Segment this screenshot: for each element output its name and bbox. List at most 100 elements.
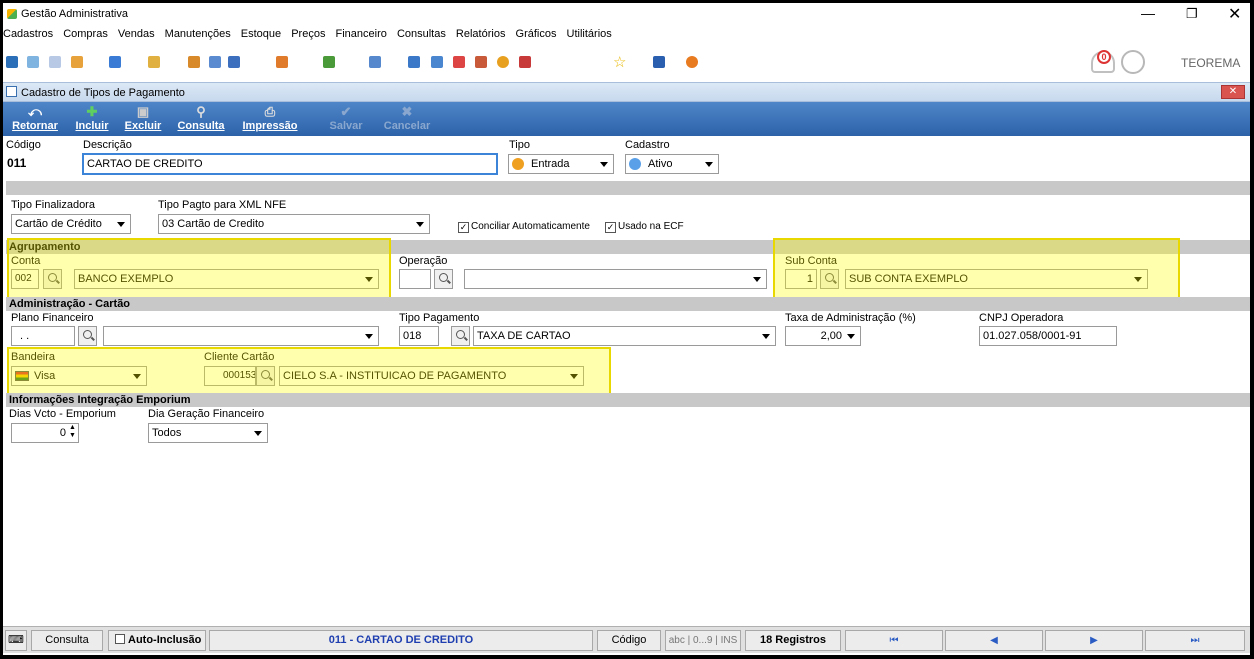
- menu-cadastros[interactable]: Cadastros: [3, 28, 53, 40]
- book-icon[interactable]: [519, 56, 531, 68]
- menu-graficos[interactable]: Gráficos: [516, 28, 557, 40]
- title-bar: Gestão Administrativa — ❐ ✕: [3, 3, 1250, 25]
- plano-select[interactable]: [103, 326, 379, 346]
- retornar-button[interactable]: ⤺ Retornar: [7, 102, 63, 136]
- cancelar-button[interactable]: ✖ Cancelar: [381, 102, 433, 136]
- plano-search-icon[interactable]: [78, 326, 97, 346]
- next-record-icon[interactable]: ▶: [1045, 630, 1143, 651]
- codigo-value: 011: [7, 156, 27, 170]
- operacao-search-icon[interactable]: [434, 269, 453, 289]
- menu-precos[interactable]: Preços: [291, 28, 325, 40]
- menu-manutencoes[interactable]: Manutenções: [165, 28, 231, 40]
- conciliar-checkbox[interactable]: ✓: [458, 222, 469, 233]
- taxa-input[interactable]: 2,00: [785, 326, 861, 346]
- list-icon[interactable]: [71, 56, 83, 68]
- plano-code-input[interactable]: . .: [11, 326, 75, 346]
- status-bar: ⌨ Consulta Auto-Inclusão 011 - CARTAO DE…: [3, 626, 1250, 653]
- descricao-input[interactable]: CARTAO DE CREDITO: [82, 153, 498, 175]
- incluir-button[interactable]: ✚ Incluir: [71, 102, 113, 136]
- restore-button[interactable]: ❐: [1186, 6, 1198, 22]
- users-icon[interactable]: [27, 56, 39, 68]
- tipo-xml-label: Tipo Pagto para XML NFE: [158, 199, 287, 211]
- tipo-xml-select[interactable]: 03 Cartão de Credito: [158, 214, 430, 234]
- stock-icon[interactable]: [209, 56, 221, 68]
- cadastro-label: Cadastro: [625, 139, 670, 151]
- notification-badge: 0: [1097, 50, 1111, 64]
- app-title: Gestão Administrativa: [21, 8, 128, 20]
- cnpj-label: CNPJ Operadora: [979, 312, 1064, 324]
- auto-inclusao-checkbox[interactable]: [115, 634, 125, 644]
- favorites-star-icon[interactable]: ☆: [613, 53, 626, 71]
- menu-bar: Cadastros Compras Vendas Manutenções Est…: [3, 25, 1250, 45]
- impressao-button[interactable]: ⎙ Impressão: [239, 102, 301, 136]
- salvar-button[interactable]: ✔ Salvar: [325, 102, 367, 136]
- power-icon[interactable]: [686, 56, 698, 68]
- emporium-section: Informações Integração Emporium: [6, 393, 1250, 407]
- consulta-mode-button[interactable]: Consulta: [31, 630, 103, 651]
- auto-inclusao-toggle[interactable]: Auto-Inclusão: [108, 630, 206, 651]
- codigo-order-button[interactable]: Código: [597, 630, 661, 651]
- form-title-bar: Cadastro de Tipos de Pagamento ✕: [3, 82, 1250, 102]
- excluir-button[interactable]: ▣ Excluir: [121, 102, 165, 136]
- calendar-icon[interactable]: [453, 56, 465, 68]
- trash-icon: ▣: [136, 104, 150, 119]
- menu-compras[interactable]: Compras: [63, 28, 108, 40]
- menu-financeiro[interactable]: Financeiro: [336, 28, 387, 40]
- user-avatar-icon[interactable]: [1121, 50, 1145, 74]
- grid-icon[interactable]: [431, 56, 443, 68]
- action-bar: ⤺ Retornar ✚ Incluir ▣ Excluir ⚲ Consulta ⎙ I…: [3, 102, 1250, 136]
- folder-icon[interactable]: [6, 56, 18, 68]
- box-icon[interactable]: [109, 56, 121, 68]
- transfer-icon[interactable]: [475, 56, 487, 68]
- first-record-icon[interactable]: ⏮: [845, 630, 943, 651]
- menu-consultas[interactable]: Consultas: [397, 28, 446, 40]
- close-button[interactable]: ✕: [1228, 4, 1241, 24]
- x-icon: ✖: [401, 104, 413, 119]
- menu-relatorios[interactable]: Relatórios: [456, 28, 506, 40]
- calc-icon[interactable]: [408, 56, 420, 68]
- usado-ecf-checkbox[interactable]: ✓: [605, 222, 616, 233]
- report-icon[interactable]: [369, 56, 381, 68]
- card-icon[interactable]: [49, 56, 61, 68]
- person-icon[interactable]: [188, 56, 200, 68]
- clock-icon[interactable]: [497, 56, 509, 68]
- spin-arrows-icon[interactable]: ▲ ▼: [69, 424, 76, 440]
- operacao-label: Operação: [399, 255, 448, 267]
- cart-icon[interactable]: [228, 56, 240, 68]
- tipo-pag-search-icon[interactable]: [451, 326, 470, 346]
- tipo-pag-select[interactable]: TAXA DE CARTAO: [473, 326, 776, 346]
- menu-vendas[interactable]: Vendas: [118, 28, 155, 40]
- menu-estoque[interactable]: Estoque: [241, 28, 281, 40]
- admin-section: Administração - Cartão: [6, 297, 1250, 311]
- current-record: 011 - CARTAO DE CREDITO: [209, 630, 593, 651]
- window-icon[interactable]: [653, 56, 665, 68]
- money-icon[interactable]: [323, 56, 335, 68]
- cnpj-input[interactable]: 01.027.058/0001-91: [979, 326, 1117, 346]
- tag-icon[interactable]: [148, 56, 160, 68]
- input-mode-indicator: abc | 0...9 | INS: [665, 630, 741, 651]
- chart-icon[interactable]: [276, 56, 288, 68]
- keyboard-icon[interactable]: ⌨: [5, 630, 27, 651]
- consulta-button[interactable]: ⚲ Consulta: [175, 102, 227, 136]
- form-title: Cadastro de Tipos de Pagamento: [21, 87, 185, 99]
- conciliar-label: Conciliar Automaticamente: [471, 221, 590, 232]
- minimize-button[interactable]: —: [1141, 5, 1155, 21]
- tipo-label: Tipo: [509, 139, 530, 151]
- highlight-conta: [7, 238, 391, 302]
- tipo-finalizadora-select[interactable]: Cartão de Crédito: [11, 214, 131, 234]
- taxa-label: Taxa de Administração (%): [785, 312, 916, 324]
- last-record-icon[interactable]: ⏭: [1145, 630, 1245, 651]
- codigo-label: Código: [6, 139, 41, 151]
- separator-bar: [6, 181, 1250, 195]
- operacao-select[interactable]: [464, 269, 767, 289]
- tipo-pag-label: Tipo Pagamento: [399, 312, 480, 324]
- form-close-button[interactable]: ✕: [1221, 85, 1245, 99]
- menu-utilitarios[interactable]: Utilitários: [567, 28, 612, 40]
- dia-ger-select[interactable]: Todos: [148, 423, 268, 443]
- highlight-subconta: [773, 238, 1180, 300]
- tipo-pag-code-input[interactable]: 018: [399, 326, 439, 346]
- descricao-label: Descrição: [83, 139, 132, 151]
- company-name: TEOREMA: [1181, 56, 1241, 70]
- prev-record-icon[interactable]: ◀: [945, 630, 1043, 651]
- operacao-code-input[interactable]: [399, 269, 431, 289]
